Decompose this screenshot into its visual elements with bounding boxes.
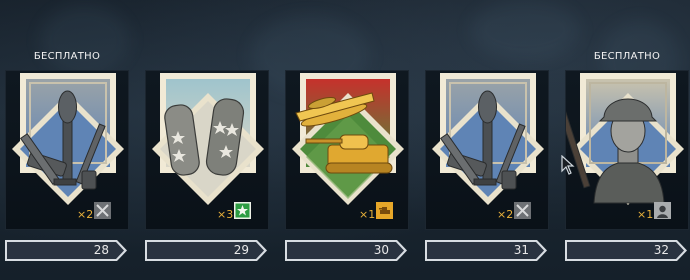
day-number: 32 bbox=[653, 243, 669, 257]
day-number: 29 bbox=[233, 243, 249, 257]
day-number: 30 bbox=[373, 243, 389, 257]
gold-tank-icon bbox=[376, 202, 393, 219]
crossed-weapons-icon bbox=[94, 202, 111, 219]
weapons-bundle-art bbox=[12, 73, 124, 205]
free-label: БЕСПЛАТНО bbox=[33, 51, 101, 62]
shoulder-straps-art bbox=[152, 73, 264, 205]
gold-plane-and-tank-art bbox=[292, 73, 404, 205]
soldier-portrait-art bbox=[566, 73, 684, 205]
crossed-weapons-icon bbox=[514, 202, 531, 219]
soldier-portrait-icon bbox=[654, 202, 671, 219]
day-number: 28 bbox=[93, 243, 109, 257]
reward-quantity: ×2 bbox=[497, 208, 514, 221]
reward-quantity: ×3 bbox=[217, 208, 234, 221]
reward-day-28[interactable]: БЕСПЛАТНО ×2 28 bbox=[5, 0, 129, 280]
reward-quantity: ×2 bbox=[77, 208, 94, 221]
reward-quantity: ×1 bbox=[359, 208, 376, 221]
reward-day-29[interactable]: ×3 29 bbox=[145, 0, 269, 280]
reward-quantity: ×1 bbox=[637, 208, 654, 221]
reward-day-32[interactable]: БЕСПЛАТНО ×1 32 bbox=[565, 0, 689, 280]
reward-day-30[interactable]: ×1 30 bbox=[285, 0, 409, 280]
day-number: 31 bbox=[513, 243, 529, 257]
weapons-bundle-art bbox=[432, 73, 544, 205]
mouse-cursor-icon bbox=[561, 155, 575, 175]
free-label: БЕСПЛАТНО bbox=[593, 51, 661, 62]
reward-day-31[interactable]: ×2 31 bbox=[425, 0, 549, 280]
green-star-icon bbox=[234, 202, 251, 219]
